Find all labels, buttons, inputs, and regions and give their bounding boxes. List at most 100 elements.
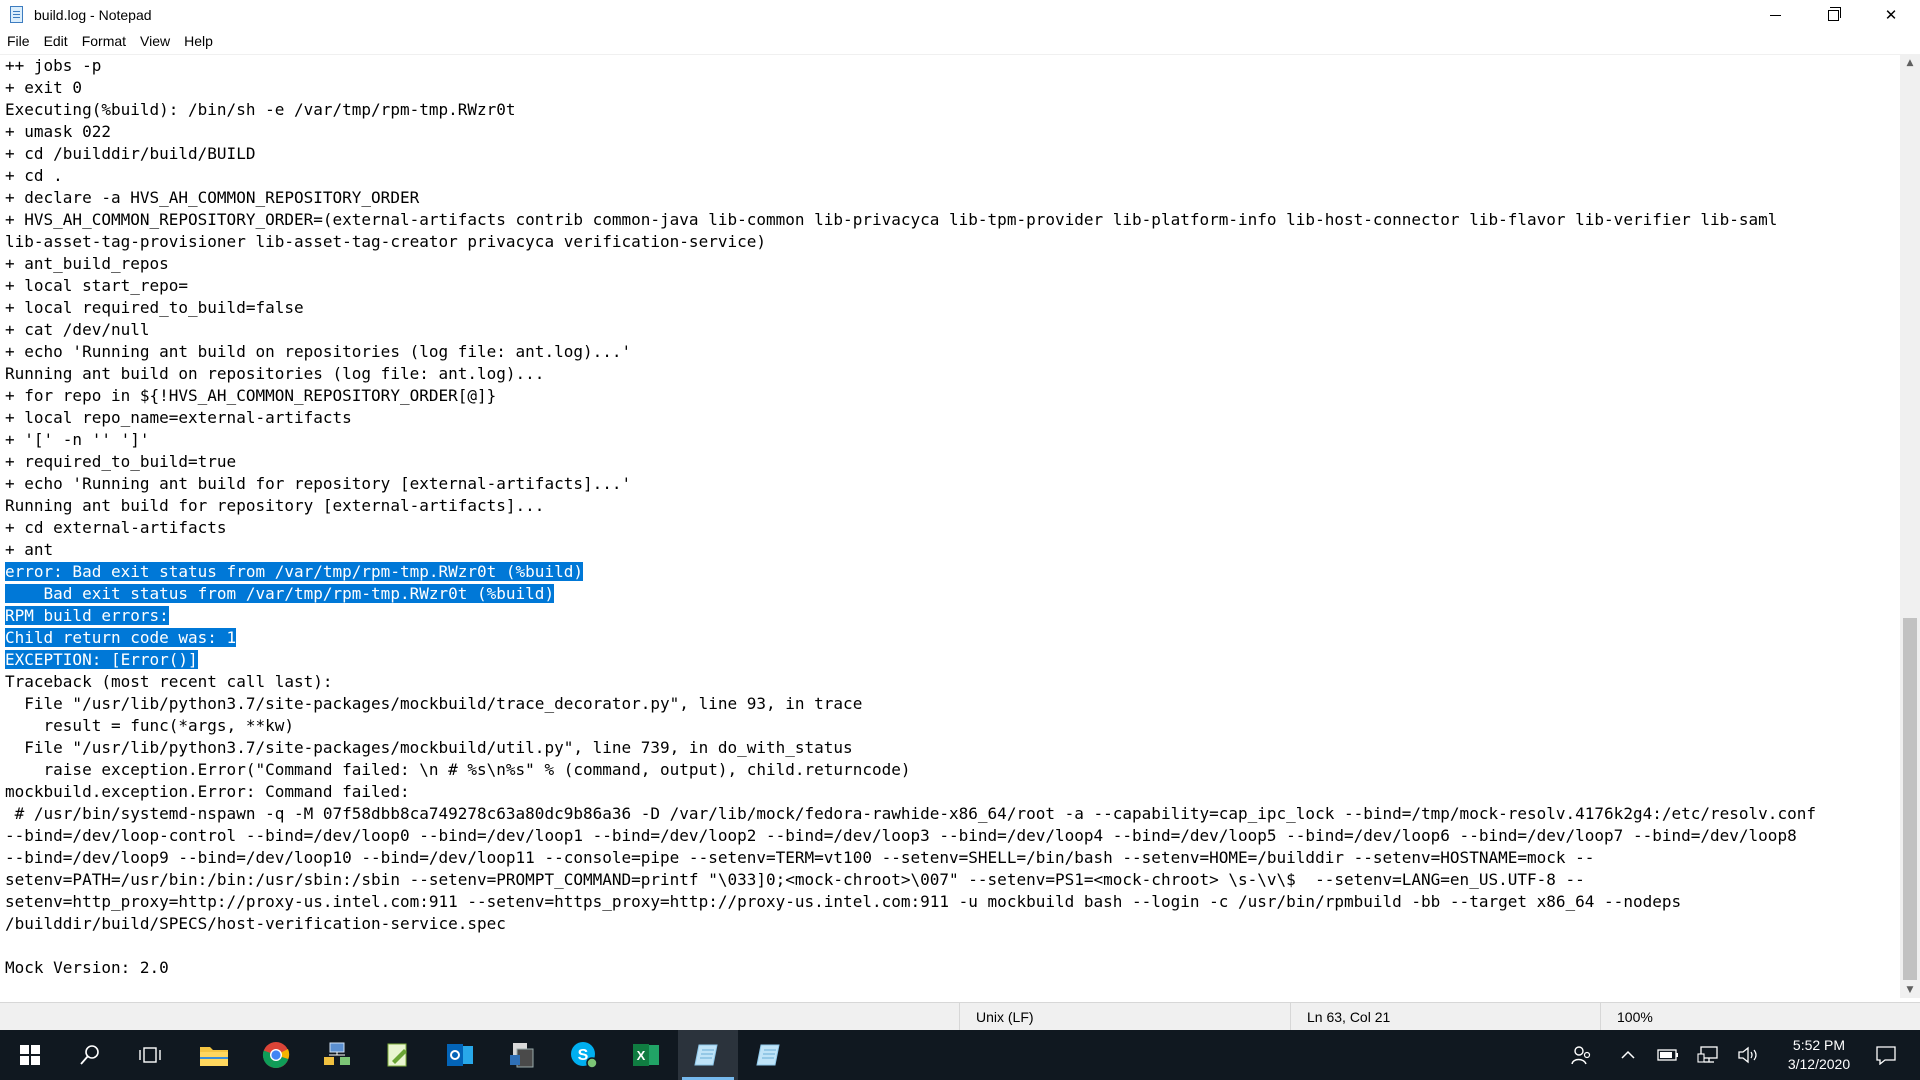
vertical-scrollbar[interactable]: ▲ ▼ [1900, 54, 1920, 998]
network-button[interactable] [1692, 1030, 1724, 1080]
taskbar-excel[interactable]: X [616, 1030, 676, 1080]
line-text: + echo 'Running ant build on repositorie… [5, 342, 632, 361]
text-line: + cat /dev/null [5, 319, 1900, 341]
scroll-up-arrow-icon[interactable]: ▲ [1900, 54, 1920, 71]
line-text: + local repo_name=external-artifacts [5, 408, 352, 427]
taskbar-outlook[interactable] [430, 1030, 490, 1080]
line-text: Executing(%build): /bin/sh -e /var/tmp/r… [5, 100, 516, 119]
taskbar-clock[interactable]: 5:52 PM 3/12/2020 [1774, 1036, 1864, 1074]
text-editor[interactable]: ++ jobs -p + exit 0 Executing(%build): /bi… [0, 54, 1900, 998]
people-button[interactable] [1565, 1030, 1597, 1080]
text-line: + required_to_build=true [5, 451, 1900, 473]
line-text: # /usr/bin/systemd-nspawn -q -M 07f58dbb… [5, 804, 1816, 823]
line-text: + '[' -n '' ']' [5, 430, 150, 449]
status-line-ending: Unix (LF) [959, 1003, 1290, 1031]
selected-text: RPM build errors: [5, 606, 169, 625]
chrome-icon [262, 1042, 290, 1069]
menu-help[interactable]: Help [177, 30, 220, 52]
text-line: Running ant build on repositories (log f… [5, 363, 1900, 385]
line-text: result = func(*args, **kw) [5, 716, 294, 735]
close-button[interactable]: ✕ [1862, 0, 1920, 30]
network-app-icon [324, 1042, 350, 1065]
text-line: File "/usr/lib/python3.7/site-packages/m… [5, 693, 1900, 715]
taskbar-notepad-active[interactable] [678, 1030, 738, 1080]
documents-app-icon [510, 1043, 534, 1068]
window-controls: ✕ [1746, 0, 1920, 30]
svg-text:X: X [637, 1048, 646, 1063]
taskbar-chrome[interactable] [246, 1030, 306, 1080]
search-icon [80, 1045, 99, 1065]
battery-button[interactable] [1652, 1030, 1684, 1080]
text-line: Traceback (most recent call last): [5, 671, 1900, 693]
menu-file[interactable]: File [0, 30, 37, 52]
chevron-up-icon [1621, 1050, 1635, 1059]
taskbar-network-app[interactable] [307, 1030, 367, 1080]
text-line: Child return code was: 1 [5, 627, 1900, 649]
scroll-thumb[interactable] [1903, 618, 1917, 980]
taskbar-notepad-plus[interactable] [368, 1030, 428, 1080]
task-view-button[interactable] [120, 1030, 180, 1080]
action-center-button[interactable] [1864, 1030, 1908, 1080]
line-text: Running ant build for repository [extern… [5, 496, 545, 515]
text-line [5, 935, 1900, 957]
notepad-plus-icon [387, 1043, 407, 1067]
folder-icon [200, 1047, 228, 1066]
notepad-taskbar-icon [694, 1044, 718, 1066]
text-line: + exit 0 [5, 77, 1900, 99]
menu-bar: File Edit Format View Help [0, 30, 1920, 52]
text-line: + local required_to_build=false [5, 297, 1900, 319]
notifications-icon [1876, 1046, 1896, 1065]
skype-icon: S [571, 1042, 598, 1069]
battery-icon [1657, 1049, 1678, 1061]
network-icon [1697, 1046, 1718, 1063]
start-button[interactable] [0, 1030, 60, 1080]
line-text: mockbuild.exception.Error: Command faile… [5, 782, 410, 801]
search-button[interactable] [60, 1030, 120, 1080]
text-line: Executing(%build): /bin/sh -e /var/tmp/r… [5, 99, 1900, 121]
menu-view[interactable]: View [133, 30, 177, 52]
editor-content[interactable]: ++ jobs -p + exit 0 Executing(%build): /bi… [0, 55, 1900, 979]
text-line: --bind=/dev/loop9 --bind=/dev/loop10 --b… [5, 847, 1900, 869]
text-line: Mock Version: 2.0 [5, 957, 1900, 979]
volume-button[interactable] [1732, 1030, 1764, 1080]
line-text: + ant [5, 540, 54, 559]
menu-edit[interactable]: Edit [37, 30, 75, 52]
restore-button[interactable] [1804, 0, 1862, 30]
text-line: EXCEPTION: [Error()] [5, 649, 1900, 671]
text-line: lib-asset-tag-provisioner lib-asset-tag-… [5, 231, 1900, 253]
text-line: /builddir/build/SPECS/host-verification-… [5, 913, 1900, 935]
text-line: Running ant build for repository [extern… [5, 495, 1900, 517]
taskbar-skype[interactable]: S [554, 1030, 614, 1080]
menu-format[interactable]: Format [75, 30, 133, 52]
text-line: mockbuild.exception.Error: Command faile… [5, 781, 1900, 803]
line-text: --bind=/dev/loop-control --bind=/dev/loo… [5, 826, 1797, 845]
status-bar: Unix (LF) Ln 63, Col 21 100% [0, 1002, 1920, 1031]
line-text: /builddir/build/SPECS/host-verification-… [5, 914, 506, 933]
title-bar: build.log - Notepad ✕ [0, 0, 1920, 30]
taskbar-notepad[interactable] [740, 1030, 800, 1080]
text-line: error: Bad exit status from /var/tmp/rpm… [5, 561, 1900, 583]
text-line: + '[' -n '' ']' [5, 429, 1900, 451]
scroll-down-arrow-icon[interactable]: ▼ [1900, 981, 1920, 998]
status-zoom: 100% [1600, 1003, 1920, 1031]
minimize-icon [1769, 14, 1781, 16]
text-line: # /usr/bin/systemd-nspawn -q -M 07f58dbb… [5, 803, 1900, 825]
text-line: File "/usr/lib/python3.7/site-packages/m… [5, 737, 1900, 759]
show-hidden-icons-button[interactable] [1612, 1030, 1644, 1080]
text-line: + for repo in ${!HVS_AH_COMMON_REPOSITOR… [5, 385, 1900, 407]
line-text: setenv=http_proxy=http://proxy-us.intel.… [5, 892, 1682, 911]
taskbar-documents-app[interactable] [492, 1030, 552, 1080]
task-view-icon [139, 1047, 161, 1063]
selected-text: EXCEPTION: [Error()] [5, 650, 198, 669]
minimize-button[interactable] [1746, 0, 1804, 30]
taskbar: S X 5:52 PM 3/12/2020 [0, 1030, 1920, 1080]
selected-text: Bad exit status from /var/tmp/rpm-tmp.RW… [5, 584, 555, 603]
line-text: Running ant build on repositories (log f… [5, 364, 545, 383]
line-text: Traceback (most recent call last): [5, 672, 333, 691]
text-line: + cd external-artifacts [5, 517, 1900, 539]
taskbar-file-explorer[interactable] [184, 1030, 244, 1080]
text-line: RPM build errors: [5, 605, 1900, 627]
line-text: + ant_build_repos [5, 254, 169, 273]
line-text: + cd . [5, 166, 63, 185]
notepad-icon [8, 6, 26, 24]
